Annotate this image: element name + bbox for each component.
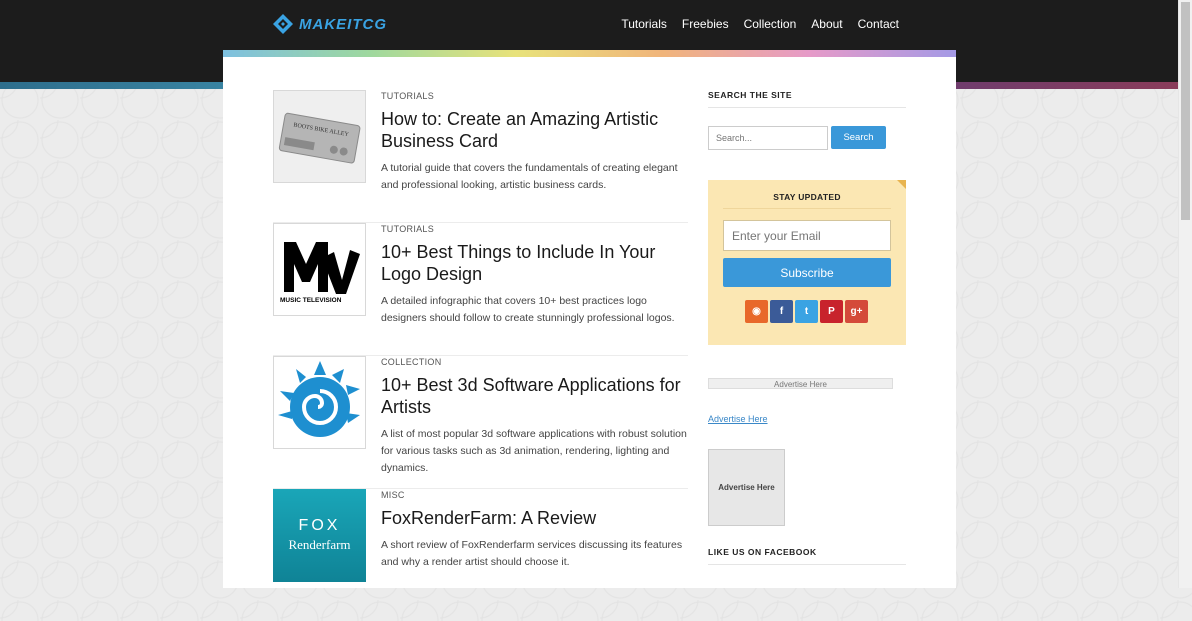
- scrollbar[interactable]: [1178, 0, 1192, 588]
- nav-tutorials[interactable]: Tutorials: [621, 17, 667, 31]
- search-button[interactable]: Search: [831, 126, 886, 149]
- scrollbar-thumb[interactable]: [1181, 2, 1190, 220]
- stay-updated-heading: STAY UPDATED: [723, 192, 891, 209]
- email-field[interactable]: [723, 220, 891, 251]
- mtv-caption: MUSIC TELEVISION: [280, 297, 342, 304]
- fox-logo-line1: FOX: [298, 517, 341, 534]
- pinterest-icon[interactable]: P: [820, 300, 843, 323]
- post-item: FOX Renderfarm MISC FoxRenderFarm: A Rev…: [273, 489, 688, 621]
- business-card-icon: BOOTS BIKE ALLEY: [274, 91, 365, 182]
- post-title[interactable]: 10+ Best 3d Software Applications for Ar…: [381, 374, 688, 418]
- post-thumbnail[interactable]: FOX Renderfarm: [273, 489, 366, 582]
- folded-corner: [897, 180, 906, 189]
- post-item: BOOTS BIKE ALLEY TUTORIALS How to: Creat…: [273, 90, 688, 223]
- search-input[interactable]: [708, 126, 828, 150]
- search-heading: SEARCH THE SITE: [708, 90, 906, 108]
- post-category[interactable]: TUTORIALS: [381, 91, 688, 101]
- like-heading: LIKE US ON FACEBOOK: [708, 547, 906, 565]
- post-excerpt: A short review of FoxRenderfarm services…: [381, 539, 683, 568]
- post-thumbnail[interactable]: [273, 356, 366, 449]
- facebook-icon[interactable]: f: [770, 300, 793, 323]
- spiral-logo-icon: [274, 357, 365, 448]
- ad-box[interactable]: Advertise Here: [708, 449, 785, 526]
- main-nav: Tutorials Freebies Collection About Cont…: [621, 17, 899, 31]
- post-category[interactable]: TUTORIALS: [381, 224, 688, 234]
- nav-contact[interactable]: Contact: [858, 17, 899, 31]
- post-item: MUSIC TELEVISION TUTORIALS 10+ Best Thin…: [273, 223, 688, 356]
- post-list: BOOTS BIKE ALLEY TUTORIALS How to: Creat…: [273, 90, 688, 621]
- fox-logo-line2: Renderfarm: [288, 537, 351, 552]
- ad-banner[interactable]: Advertise Here: [708, 378, 893, 389]
- site-logo[interactable]: MAKEITCG: [273, 13, 387, 35]
- search-form: Search: [708, 126, 906, 150]
- post-category[interactable]: COLLECTION: [381, 357, 688, 367]
- rss-icon[interactable]: ◉: [745, 300, 768, 323]
- nav-freebies[interactable]: Freebies: [682, 17, 729, 31]
- post-body: TUTORIALS How to: Create an Amazing Arti…: [381, 90, 688, 194]
- social-links: ◉ f t P g+: [745, 300, 868, 323]
- post-excerpt: A detailed infographic that covers 10+ b…: [381, 295, 675, 324]
- post-body: COLLECTION 10+ Best 3d Software Applicat…: [381, 356, 688, 477]
- logo-diamond-icon: [273, 14, 293, 34]
- content-container: BOOTS BIKE ALLEY TUTORIALS How to: Creat…: [223, 50, 956, 588]
- advertise-link[interactable]: Advertise Here: [708, 414, 768, 424]
- post-title[interactable]: 10+ Best Things to Include In Your Logo …: [381, 241, 688, 285]
- google-plus-icon[interactable]: g+: [845, 300, 868, 323]
- post-body: MISC FoxRenderFarm: A Review A short rev…: [381, 489, 688, 571]
- post-body: TUTORIALS 10+ Best Things to Include In …: [381, 223, 688, 327]
- post-item: COLLECTION 10+ Best 3d Software Applicat…: [273, 356, 688, 489]
- like-us-section: LIKE US ON FACEBOOK: [708, 547, 906, 565]
- post-category[interactable]: MISC: [381, 490, 688, 500]
- rainbow-stripe: [223, 50, 956, 57]
- nav-about[interactable]: About: [811, 17, 842, 31]
- mtv-logo-icon: MUSIC TELEVISION: [274, 224, 365, 315]
- subscribe-button[interactable]: Subscribe: [723, 258, 891, 287]
- twitter-icon[interactable]: t: [795, 300, 818, 323]
- post-title[interactable]: How to: Create an Amazing Artistic Busin…: [381, 108, 688, 152]
- nav-collection[interactable]: Collection: [744, 17, 797, 31]
- post-thumbnail[interactable]: BOOTS BIKE ALLEY: [273, 90, 366, 183]
- sidebar: SEARCH THE SITE Search STAY UPDATED Subs…: [708, 90, 906, 565]
- fox-renderfarm-logo: FOX Renderfarm: [273, 517, 366, 553]
- newsletter-box: STAY UPDATED Subscribe ◉ f t P g+: [708, 180, 906, 345]
- post-excerpt: A list of most popular 3d software appli…: [381, 428, 687, 474]
- post-thumbnail[interactable]: MUSIC TELEVISION: [273, 223, 366, 316]
- logo-text: MAKEITCG: [299, 15, 387, 33]
- post-excerpt: A tutorial guide that covers the fundame…: [381, 162, 678, 191]
- post-title[interactable]: FoxRenderFarm: A Review: [381, 507, 688, 529]
